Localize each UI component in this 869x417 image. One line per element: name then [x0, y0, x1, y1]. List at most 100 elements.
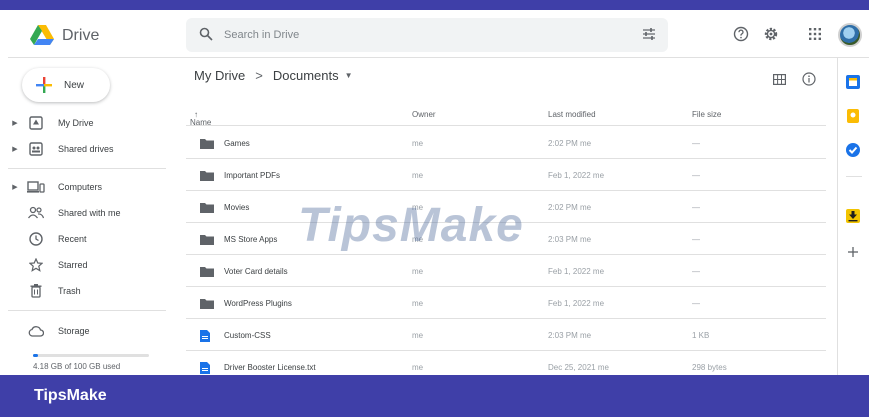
file-owner: me — [412, 299, 424, 308]
column-header-name[interactable]: Name ↑ — [190, 110, 211, 127]
breadcrumb-current[interactable]: Documents — [273, 68, 339, 83]
apps-grid-icon — [809, 28, 821, 40]
details-button[interactable] — [800, 70, 818, 88]
grid-view-button[interactable] — [770, 70, 788, 88]
file-size: — — [692, 203, 700, 212]
file-owner: me — [412, 139, 424, 148]
file-name[interactable]: Games — [224, 139, 250, 148]
sidebar-item-shared-drives[interactable]: ▶ Shared drives — [8, 138, 163, 160]
sidebar-item-computers[interactable]: ▶ Computers — [8, 176, 163, 198]
file-last-modified: Feb 1, 2022 me — [548, 267, 605, 276]
file-size: 298 bytes — [692, 363, 727, 372]
file-name[interactable]: Voter Card details — [224, 267, 288, 276]
new-button[interactable]: New — [22, 68, 110, 102]
sidebar-item-storage[interactable]: Storage — [8, 320, 163, 342]
table-row[interactable]: Custom-CSS me 2:03 PM me 1 KB — [186, 319, 826, 351]
file-last-modified: Feb 1, 2022 me — [548, 299, 605, 308]
filter-options-icon[interactable] — [642, 28, 656, 40]
top-header: Drive — [8, 10, 869, 58]
tasks-icon[interactable] — [845, 142, 861, 158]
file-name[interactable]: Movies — [224, 203, 249, 212]
watermark: TipsMake — [298, 199, 524, 252]
breadcrumb-root[interactable]: My Drive — [194, 68, 245, 83]
keep-icon[interactable] — [845, 108, 861, 124]
file-owner: me — [412, 331, 424, 340]
sidebar: New ▶ My Drive ▶ Shared drives ▶ Compute… — [8, 58, 168, 375]
my-drive-icon — [26, 115, 46, 131]
sidebar-item-label: Trash — [58, 286, 81, 296]
trash-icon — [26, 283, 46, 299]
search-bar[interactable] — [186, 18, 668, 52]
search-icon[interactable] — [199, 27, 213, 41]
folder-icon — [200, 202, 214, 215]
drive-logo-icon[interactable] — [30, 25, 54, 45]
sidebar-item-label: Computers — [58, 182, 103, 192]
file-owner: me — [412, 267, 424, 276]
breadcrumb-separator: > — [255, 68, 263, 83]
sidebar-item-label: Shared with me — [58, 208, 121, 218]
settings-button[interactable] — [761, 24, 781, 44]
file-last-modified: 2:02 PM me — [548, 203, 592, 212]
expand-arrow-icon[interactable]: ▶ — [8, 119, 22, 127]
table-row[interactable]: Games me 2:02 PM me — — [186, 127, 826, 159]
app-name[interactable]: Drive — [62, 27, 99, 45]
help-button[interactable] — [731, 24, 751, 44]
new-button-label: New — [64, 79, 85, 91]
sidebar-item-recent[interactable]: Recent — [8, 228, 163, 250]
file-last-modified: Dec 25, 2021 me — [548, 363, 609, 372]
storage-usage-bar — [33, 354, 149, 357]
storage-usage-fill — [33, 354, 38, 357]
file-last-modified: 2:03 PM me — [548, 235, 592, 244]
document-icon — [200, 330, 210, 344]
side-panel-divider — [846, 176, 862, 177]
file-name[interactable]: Driver Booster License.txt — [224, 363, 316, 372]
cloud-icon — [26, 323, 46, 339]
recent-icon — [26, 231, 46, 247]
document-icon — [200, 362, 210, 375]
file-name[interactable]: Custom-CSS — [224, 331, 271, 340]
calendar-icon[interactable] — [845, 74, 861, 90]
column-header-modified[interactable]: Last modified — [548, 110, 596, 119]
storage-usage-text: 4.18 GB of 100 GB used — [33, 362, 121, 371]
search-input[interactable] — [224, 26, 584, 44]
expand-arrow-icon[interactable]: ▶ — [8, 145, 22, 153]
sidebar-item-label: Recent — [58, 234, 87, 244]
sidebar-item-label: Shared drives — [58, 144, 114, 154]
top-frame-bar — [0, 0, 869, 10]
file-name[interactable]: Important PDFs — [224, 171, 280, 180]
shared-drives-icon — [26, 141, 46, 157]
sidebar-item-starred[interactable]: Starred — [8, 254, 163, 276]
chevron-down-icon[interactable]: ▼ — [345, 71, 353, 80]
file-last-modified: 2:03 PM me — [548, 331, 592, 340]
file-last-modified: Feb 1, 2022 me — [548, 171, 605, 180]
add-addon-icon[interactable] — [845, 244, 861, 260]
info-icon — [802, 72, 816, 86]
table-row[interactable]: Driver Booster License.txt me Dec 25, 2021… — [186, 351, 826, 375]
sidebar-divider — [8, 310, 166, 311]
file-size: — — [692, 139, 700, 148]
sidebar-item-shared-with-me[interactable]: Shared with me — [8, 202, 163, 224]
file-size: 1 KB — [692, 331, 710, 340]
file-owner: me — [412, 171, 424, 180]
column-header-owner[interactable]: Owner — [412, 110, 436, 119]
folder-icon — [200, 266, 214, 279]
computers-icon — [26, 179, 46, 195]
star-icon — [26, 257, 46, 273]
folder-icon — [200, 298, 214, 311]
download-addon-icon[interactable] — [845, 208, 861, 224]
sidebar-item-label: My Drive — [58, 118, 94, 128]
expand-arrow-icon[interactable]: ▶ — [8, 183, 22, 191]
file-size: — — [692, 171, 700, 180]
apps-button[interactable] — [805, 24, 825, 44]
avatar[interactable] — [838, 23, 862, 47]
sidebar-item-trash[interactable]: Trash — [8, 280, 163, 302]
table-row[interactable]: Voter Card details me Feb 1, 2022 me — — [186, 255, 826, 287]
footer-banner: TipsMake — [0, 375, 869, 417]
sidebar-item-my-drive[interactable]: ▶ My Drive — [8, 112, 163, 134]
column-header-size[interactable]: File size — [692, 110, 721, 119]
table-row[interactable]: WordPress Plugins me Feb 1, 2022 me — — [186, 287, 826, 319]
file-owner: me — [412, 363, 424, 372]
table-row[interactable]: Important PDFs me Feb 1, 2022 me — — [186, 159, 826, 191]
file-name[interactable]: WordPress Plugins — [224, 299, 292, 308]
file-name[interactable]: MS Store Apps — [224, 235, 277, 244]
